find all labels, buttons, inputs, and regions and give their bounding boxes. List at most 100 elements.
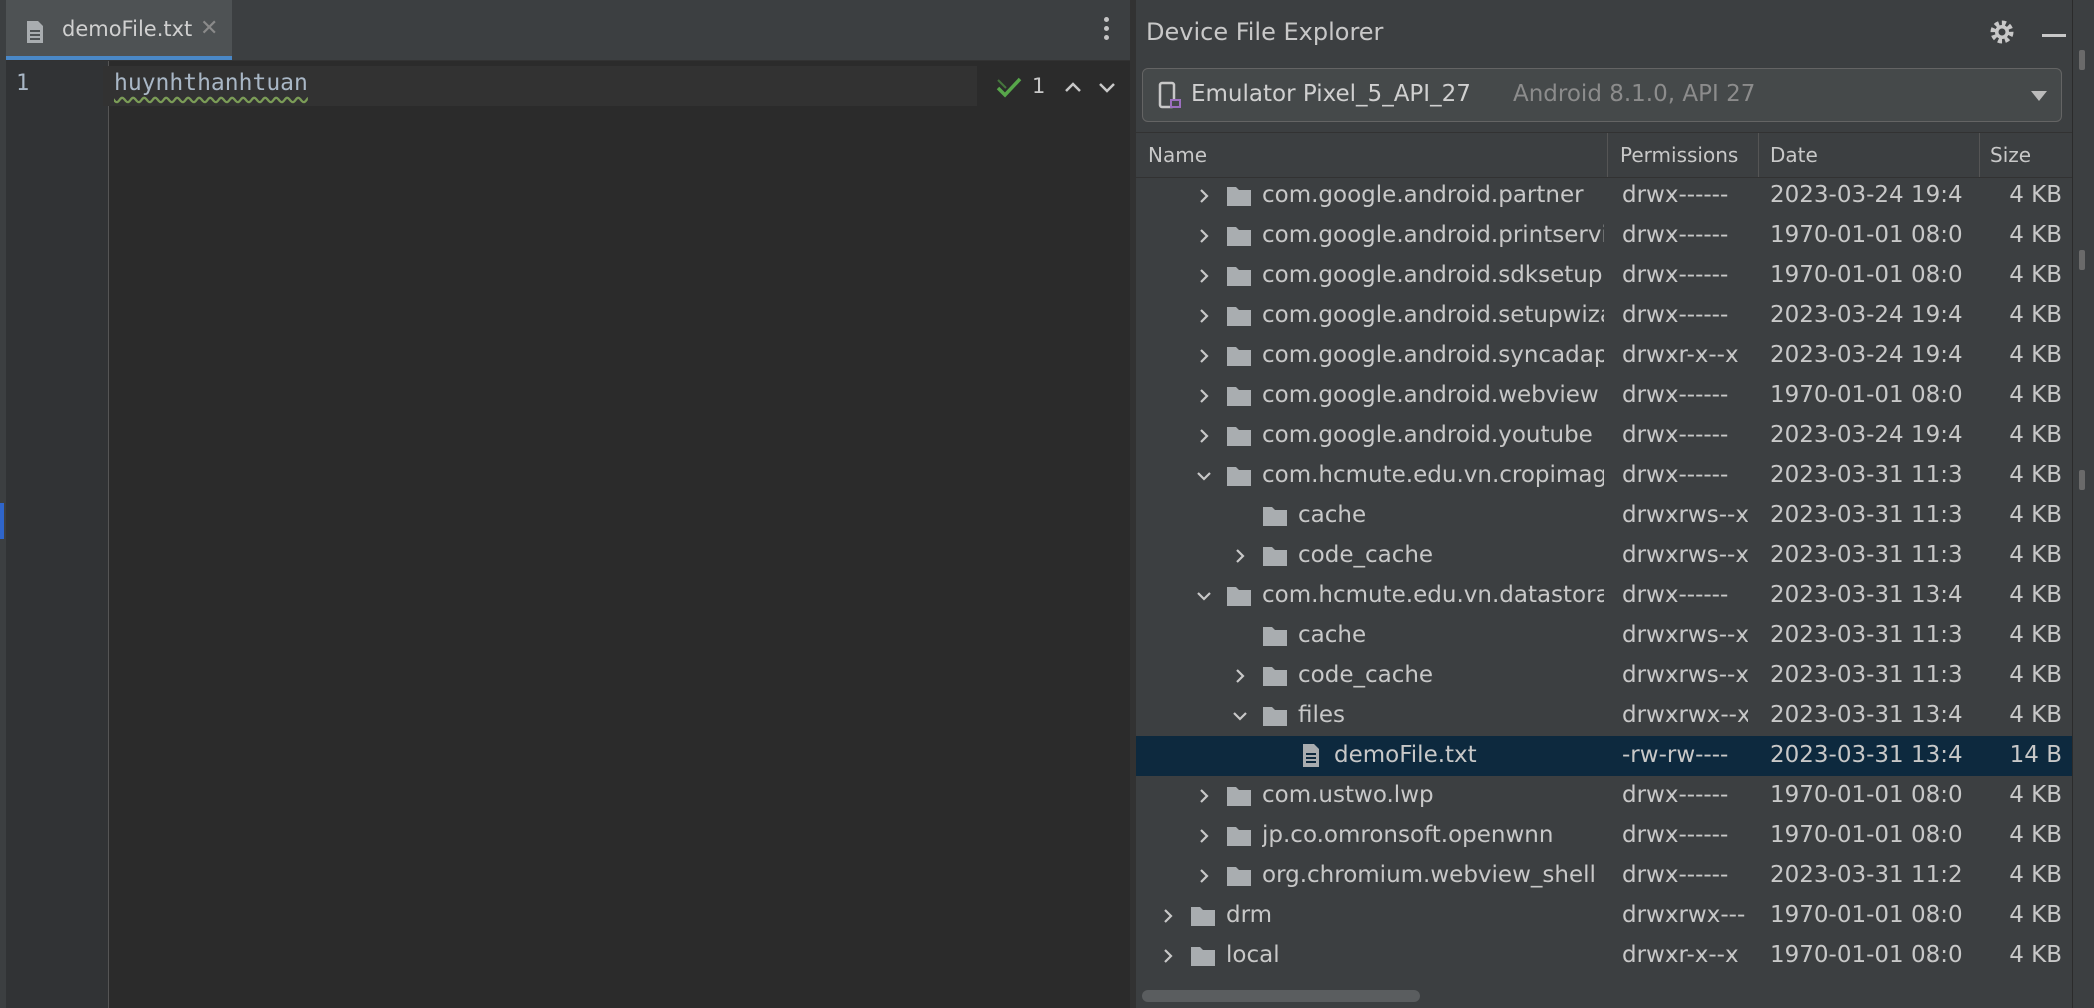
row-size: 4 KB: [2009, 342, 2062, 368]
column-separator[interactable]: [1979, 133, 1980, 177]
row-size: 4 KB: [2009, 462, 2062, 488]
check-icon: [996, 77, 1022, 98]
table-row[interactable]: code_cache drwxrws--x 2023-03-31 11:3 4 KB: [1136, 656, 2072, 696]
table-row[interactable]: drm drwxrwx--- 1970-01-01 08:0 4 KB: [1136, 896, 2072, 936]
column-name[interactable]: Name: [1148, 143, 1207, 167]
column-size[interactable]: Size: [1990, 143, 2031, 167]
folder-icon: [1227, 187, 1251, 206]
chevron-right-icon[interactable]: [1196, 348, 1212, 364]
table-row[interactable]: com.google.android.sdksetup drwx------ 197…: [1136, 256, 2072, 296]
chevron-right-icon[interactable]: [1196, 308, 1212, 324]
table-row[interactable]: cache drwxrws--x 2023-03-31 11:3 4 KB: [1136, 616, 2072, 656]
chevron-right-icon[interactable]: [1196, 428, 1212, 444]
table-row[interactable]: com.google.android.youtube drwx------ 2023…: [1136, 416, 2072, 456]
folder-icon: [1227, 227, 1251, 246]
table-row[interactable]: com.google.android.syncadapters drwxr-x--…: [1136, 336, 2072, 376]
chevron-right-icon[interactable]: [1160, 908, 1176, 924]
row-permissions: drwxr-x--x: [1622, 942, 1739, 968]
row-size: 4 KB: [2009, 702, 2062, 728]
device-name: Emulator Pixel_5_API_27: [1191, 81, 1471, 107]
table-row[interactable]: com.hcmute.edu.vn.datastorage drwx------ 2…: [1136, 576, 2072, 616]
table-row[interactable]: com.google.android.setupwizard drwx------…: [1136, 296, 2072, 336]
row-permissions: drwx------: [1622, 862, 1729, 888]
folder-icon: [1263, 707, 1287, 726]
table-row[interactable]: files drwxrwx--x 2023-03-31 13:4 4 KB: [1136, 696, 2072, 736]
chevron-down-icon[interactable]: [2031, 91, 2047, 101]
row-size: 4 KB: [2009, 902, 2062, 928]
row-name: org.chromium.webview_shell: [1262, 862, 1596, 888]
row-permissions: drwxrwx--x: [1622, 702, 1748, 728]
table-row[interactable]: cache drwxrws--x 2023-03-31 11:3 4 KB: [1136, 496, 2072, 536]
text-file-icon: [27, 21, 43, 43]
row-date: 2023-03-31 11:2: [1770, 862, 1963, 888]
row-date: 1970-01-01 08:0: [1770, 822, 1963, 848]
more-vert-icon[interactable]: [1096, 14, 1116, 48]
table-row[interactable]: com.google.android.webview drwx------ 1970…: [1136, 376, 2072, 416]
horizontal-scrollbar[interactable]: [1136, 976, 2072, 1008]
column-date[interactable]: Date: [1770, 143, 1818, 167]
row-size: 4 KB: [2009, 382, 2062, 408]
row-permissions: drwx------: [1622, 582, 1729, 608]
device-selector[interactable]: Emulator Pixel_5_API_27 Android 8.1.0, A…: [1142, 68, 2062, 122]
chevron-right-icon[interactable]: [1196, 228, 1212, 244]
row-permissions: drwxrws--x: [1622, 542, 1748, 568]
row-name: cache: [1298, 502, 1367, 528]
table-row[interactable]: com.ustwo.lwp drwx------ 1970-01-01 08:0 4 …: [1136, 776, 2072, 816]
row-permissions: drwx------: [1622, 822, 1729, 848]
row-name: files: [1298, 702, 1346, 728]
tab-demofile[interactable]: demoFile.txt ✕: [6, 0, 232, 60]
right-tool-strip: [2072, 0, 2094, 1008]
chevron-right-icon[interactable]: [1196, 268, 1212, 284]
close-icon[interactable]: ✕: [200, 16, 218, 41]
column-separator[interactable]: [1758, 133, 1759, 177]
strip-marker: [2079, 250, 2085, 270]
table-row[interactable]: com.google.android.partner drwx------ 2023…: [1136, 176, 2072, 216]
row-size: 14 B: [2009, 742, 2062, 768]
chevron-right-icon[interactable]: [1196, 188, 1212, 204]
folder-icon: [1227, 267, 1251, 286]
chevron-down-icon[interactable]: [1196, 588, 1212, 604]
row-size: 4 KB: [2009, 302, 2062, 328]
row-name: drm: [1226, 902, 1273, 928]
column-permissions[interactable]: Permissions: [1620, 143, 1738, 167]
table-row[interactable]: code_cache drwxrws--x 2023-03-31 11:3 4 KB: [1136, 536, 2072, 576]
row-name: local: [1226, 942, 1280, 968]
chevron-right-icon[interactable]: [1196, 388, 1212, 404]
editor-pane: demoFile.txt ✕ 1 huynhthanhtuan 1: [6, 0, 1130, 1008]
table-row[interactable]: jp.co.omronsoft.openwnn drwx------ 1970-01…: [1136, 816, 2072, 856]
row-date: 1970-01-01 08:0: [1770, 942, 1963, 968]
row-name: com.google.android.setupwizard: [1262, 302, 1604, 328]
chevron-right-icon[interactable]: [1232, 548, 1248, 564]
chevron-right-icon[interactable]: [1196, 868, 1212, 884]
scrollbar-thumb[interactable]: [1142, 990, 1420, 1002]
chevron-right-icon[interactable]: [1232, 668, 1248, 684]
row-permissions: drwxrws--x: [1622, 622, 1748, 648]
strip-marker: [2079, 470, 2085, 490]
table-row[interactable]: demoFile.txt -rw-rw---- 2023-03-31 13:4 14 …: [1136, 736, 2072, 776]
gear-icon[interactable]: [1988, 18, 2016, 46]
chevron-down-icon[interactable]: [1232, 708, 1248, 724]
table-row[interactable]: local drwxr-x--x 1970-01-01 08:0 4 KB: [1136, 936, 2072, 976]
column-separator[interactable]: [1607, 133, 1608, 177]
folder-icon: [1263, 627, 1287, 646]
chevron-right-icon[interactable]: [1160, 948, 1176, 964]
chevron-down-icon[interactable]: [1096, 76, 1118, 98]
file-tree: com.google.android.partner drwx------ 2023…: [1136, 176, 2072, 976]
table-row[interactable]: com.hcmute.edu.vn.cropimage drwx------ 202…: [1136, 456, 2072, 496]
row-date: 2023-03-24 19:4: [1770, 422, 1963, 448]
chevron-right-icon[interactable]: [1196, 788, 1212, 804]
chevron-right-icon[interactable]: [1196, 828, 1212, 844]
chevron-up-icon[interactable]: [1062, 76, 1084, 98]
folder-icon: [1227, 587, 1251, 606]
row-permissions: drwx------: [1622, 182, 1729, 208]
row-date: 1970-01-01 08:0: [1770, 782, 1963, 808]
minimize-icon[interactable]: [2042, 34, 2066, 37]
device-file-explorer: Device File Explorer Emulator Pixel_5_AP…: [1136, 0, 2072, 1008]
chevron-down-icon[interactable]: [1196, 468, 1212, 484]
row-permissions: drwx------: [1622, 782, 1729, 808]
editor-text[interactable]: huynhthanhtuan: [114, 70, 308, 96]
table-row[interactable]: org.chromium.webview_shell drwx------ 2023…: [1136, 856, 2072, 896]
table-row[interactable]: com.google.android.printservice drwx-----…: [1136, 216, 2072, 256]
strip-marker: [0, 503, 4, 539]
row-date: 2023-03-24 19:4: [1770, 302, 1963, 328]
